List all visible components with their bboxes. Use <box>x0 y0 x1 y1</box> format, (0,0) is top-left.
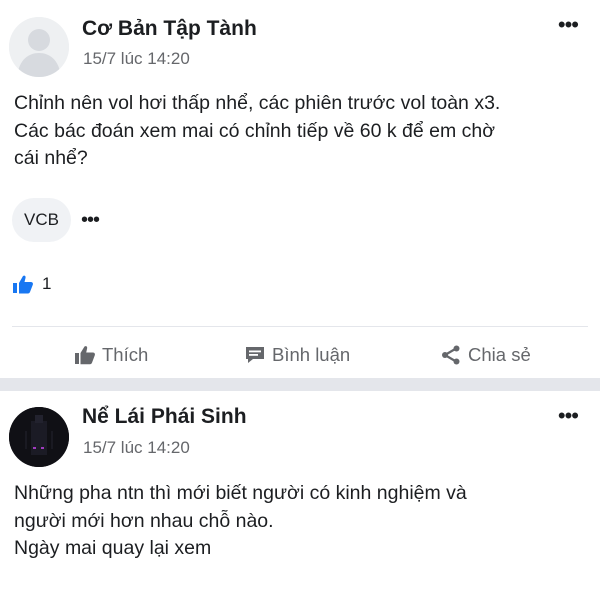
share-label: Chia sẻ <box>468 344 531 365</box>
post-text-line: Ngày mai quay lại xem <box>14 537 212 559</box>
like-button[interactable]: Thích <box>74 338 148 372</box>
post-text-line: người mới hơn nhau chỗ nào. <box>14 509 274 532</box>
tag-row: VCB ••• <box>12 198 100 242</box>
share-button[interactable]: Chia sẻ <box>440 338 531 372</box>
profile-picture-icon <box>9 407 69 467</box>
like-label: Thích <box>102 344 149 365</box>
post-timestamp[interactable]: 15/7 lúc 14:20 <box>83 49 190 69</box>
reaction-summary[interactable]: 1 <box>12 273 51 295</box>
post-text-line: Các bác đoán xem mai có chỉnh tiếp về 60… <box>14 119 496 142</box>
post-text-line: Những pha ntn thì mới biết người có kinh… <box>14 482 467 504</box>
avatar[interactable] <box>9 407 69 467</box>
ellipsis-icon[interactable]: ••• <box>81 209 100 232</box>
post-card: Cơ Bản Tập Tành 15/7 lúc 14:20 ••• Chỉnh… <box>0 0 600 378</box>
reaction-count: 1 <box>42 274 52 293</box>
like-reaction-icon <box>13 275 33 294</box>
ellipsis-icon[interactable]: ••• <box>558 403 579 429</box>
post-text: Chỉnh nên vol hơi thấp nhể, các phiên tr… <box>14 90 590 173</box>
default-avatar-icon <box>9 17 69 77</box>
author-name[interactable]: Cơ Bản Tập Tành <box>82 17 257 41</box>
share-icon <box>442 345 460 365</box>
author-name[interactable]: Nể Lái Phái Sinh <box>82 405 247 429</box>
stock-tag[interactable]: VCB <box>12 198 71 242</box>
feed-separator <box>0 378 600 391</box>
avatar[interactable] <box>9 17 69 77</box>
comment-label: Bình luận <box>272 344 351 365</box>
post-card: Nể Lái Phái Sinh 15/7 lúc 14:20 ••• Nhữn… <box>0 391 600 600</box>
thumbs-up-icon <box>75 346 95 365</box>
action-bar: Thích Bình luận Chia sẻ <box>0 338 600 372</box>
divider <box>12 326 588 327</box>
comment-icon <box>246 347 264 363</box>
post-text-line: Chỉnh nên vol hơi thấp nhể, các phiên tr… <box>14 92 501 114</box>
post-text: Những pha ntn thì mới biết người có kinh… <box>14 480 590 563</box>
post-text-line: cái nhể? <box>14 147 88 169</box>
ellipsis-icon[interactable]: ••• <box>558 12 579 38</box>
post-timestamp[interactable]: 15/7 lúc 14:20 <box>83 438 190 458</box>
comment-button[interactable]: Bình luận <box>244 338 350 372</box>
